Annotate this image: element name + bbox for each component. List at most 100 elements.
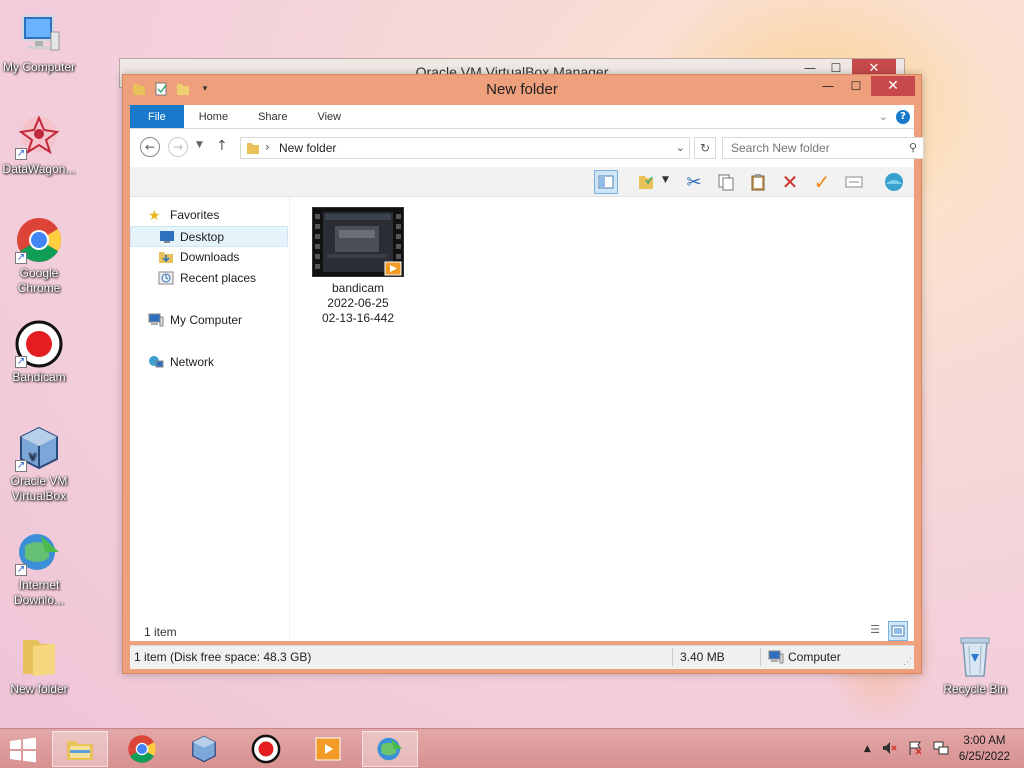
- nav-item-downloads[interactable]: Downloads: [130, 247, 288, 268]
- address-dropdown-icon[interactable]: ⌄: [676, 141, 685, 154]
- nav-label: My Computer: [170, 313, 243, 327]
- nav-item-recent-places[interactable]: Recent places: [130, 268, 288, 289]
- breadcrumb[interactable]: New folder: [279, 141, 336, 155]
- nav-item-network[interactable]: Network: [130, 352, 288, 373]
- cut-icon[interactable]: ✂: [682, 170, 706, 194]
- resize-grip[interactable]: ⋰: [903, 656, 912, 667]
- action-center-flag-icon[interactable]: [907, 740, 923, 759]
- desktop-icon-label: Internet Downlo...: [13, 578, 65, 607]
- file-item-bandicam-video[interactable]: bandicam 2022-06-25 02-13-16-442: [310, 207, 406, 326]
- expand-ribbon-icon[interactable]: ⌄: [879, 110, 888, 123]
- bandicam-icon: ↗: [15, 320, 63, 368]
- taskbar-bandicam[interactable]: [238, 731, 294, 767]
- recent-locations-dropdown[interactable]: ▼: [196, 140, 203, 150]
- nav-item-desktop[interactable]: Desktop: [130, 226, 288, 247]
- start-button[interactable]: [8, 737, 38, 763]
- address-box[interactable]: › New folder ⌄: [240, 137, 690, 159]
- ribbon-controls: ⌄ ?: [879, 105, 914, 128]
- chrome-icon: [128, 735, 156, 763]
- file-explorer-icon: [67, 741, 93, 760]
- delete-icon[interactable]: ✕: [778, 170, 802, 194]
- maximize-button[interactable]: ☐: [843, 76, 869, 96]
- clock[interactable]: 3:00 AM 6/25/2022: [959, 733, 1010, 765]
- paste-icon[interactable]: [746, 170, 770, 194]
- properties-icon[interactable]: [842, 170, 866, 194]
- item-count: 1 item: [144, 625, 177, 639]
- show-hidden-icons-button[interactable]: ▲: [864, 744, 871, 754]
- taskbar-virtualbox[interactable]: [176, 731, 232, 767]
- desktop-icon-datawagon[interactable]: ↗ DataWagon...: [0, 112, 78, 177]
- internet-download-manager-icon: [377, 737, 403, 761]
- desktop-icon-label: My Computer: [2, 60, 76, 74]
- desktop-icon-bandicam[interactable]: ↗ Bandicam: [0, 320, 78, 385]
- downloads-folder-icon: [158, 250, 174, 264]
- open-with-icon[interactable]: [634, 170, 658, 194]
- clock-time: 3:00 AM: [963, 735, 1006, 747]
- chrome-icon: ↗: [15, 216, 63, 264]
- desktop-icon-recycle-bin[interactable]: Recycle Bin: [936, 632, 1014, 697]
- help-icon[interactable]: ?: [896, 109, 910, 124]
- desktop-icon-label: Oracle VM VirtualBox: [10, 474, 68, 503]
- status-item-summary: 1 item (Disk free space: 48.3 GB): [134, 650, 312, 664]
- details-view-button[interactable]: ☰: [866, 623, 884, 639]
- desktop-icon-virtualbox[interactable]: V ↗ Oracle VM VirtualBox: [0, 424, 78, 504]
- desktop-icon-label: Google Chrome: [17, 266, 61, 295]
- preview-pane-button[interactable]: [594, 170, 618, 194]
- shortcut-arrow-icon: ↗: [15, 356, 27, 368]
- desktop-icon-label: DataWagon...: [2, 162, 76, 176]
- datawagon-icon: ↗: [15, 112, 63, 160]
- status-divider: [672, 648, 673, 666]
- taskbar-file-explorer[interactable]: [52, 731, 108, 767]
- status-bar: 1 item (Disk free space: 48.3 GB) 3.40 M…: [130, 645, 914, 669]
- nav-item-my-computer[interactable]: My Computer: [130, 310, 288, 331]
- status-divider: [760, 648, 761, 666]
- shell-icon[interactable]: [882, 170, 906, 194]
- forward-button[interactable]: →: [168, 137, 188, 157]
- desktop-icon-google-chrome[interactable]: ↗ Google Chrome: [0, 216, 78, 296]
- nav-label: Favorites: [170, 208, 220, 222]
- taskbar-video-player[interactable]: [300, 731, 356, 767]
- search-icon[interactable]: ⚲: [909, 141, 917, 154]
- taskbar: ▲ 3:00 AM 6/25/2022: [0, 728, 1024, 768]
- desktop-icon-internet-download-manager[interactable]: ↗ Internet Downlo...: [0, 528, 78, 608]
- desktop-icon-my-computer[interactable]: My Computer: [0, 10, 78, 75]
- taskbar-internet-download-manager[interactable]: [362, 731, 418, 767]
- volume-muted-icon[interactable]: [881, 740, 897, 759]
- folder-icon: [15, 632, 63, 680]
- video-player-icon: [315, 737, 341, 761]
- refresh-button[interactable]: ↻: [694, 137, 716, 159]
- my-computer-icon: [15, 10, 63, 58]
- breadcrumb-separator[interactable]: ›: [265, 140, 270, 154]
- virtualbox-icon: V ↗: [15, 424, 63, 472]
- up-button[interactable]: ↑: [216, 138, 228, 154]
- toolbar: ▼ ✂ ✕ ✓: [130, 167, 914, 197]
- desktop-icon-label: New folder: [10, 682, 68, 696]
- nav-item-favorites[interactable]: ★ Favorites: [130, 205, 288, 226]
- search-input[interactable]: [731, 138, 901, 158]
- desktop-icon-label: Bandicam: [12, 370, 66, 384]
- star-icon: ★: [148, 207, 161, 223]
- copy-icon[interactable]: [714, 170, 738, 194]
- my-computer-icon: [768, 650, 784, 667]
- content-area: ★ Favorites Desktop Downloads Recent pla…: [130, 197, 914, 641]
- search-box[interactable]: ⚲: [722, 137, 924, 159]
- back-button[interactable]: ←: [140, 137, 160, 157]
- desktop-icon-new-folder[interactable]: New folder: [0, 632, 78, 697]
- explorer-window[interactable]: ▾ New folder — ☐ ✕ File Home Share View …: [122, 74, 924, 674]
- tab-view[interactable]: View: [302, 105, 356, 128]
- tab-file[interactable]: File: [130, 105, 184, 128]
- tab-home[interactable]: Home: [184, 105, 243, 128]
- taskbar-google-chrome[interactable]: [114, 731, 170, 767]
- open-with-dropdown-icon[interactable]: ▼: [662, 175, 669, 185]
- close-button[interactable]: ✕: [871, 76, 915, 96]
- network-icon: [148, 355, 164, 369]
- tab-share[interactable]: Share: [243, 105, 302, 128]
- svg-text:V: V: [29, 452, 36, 463]
- status-size: 3.40 MB: [680, 650, 725, 664]
- network-icon[interactable]: [933, 740, 949, 759]
- title-bar[interactable]: ▾ New folder — ☐ ✕: [123, 75, 921, 105]
- large-icons-view-button[interactable]: [888, 621, 908, 641]
- address-bar-row: ← → ▼ ↑ › New folder ⌄ ↻ ⚲: [130, 129, 924, 167]
- rename-icon[interactable]: ✓: [810, 170, 834, 194]
- minimize-button[interactable]: —: [815, 76, 841, 96]
